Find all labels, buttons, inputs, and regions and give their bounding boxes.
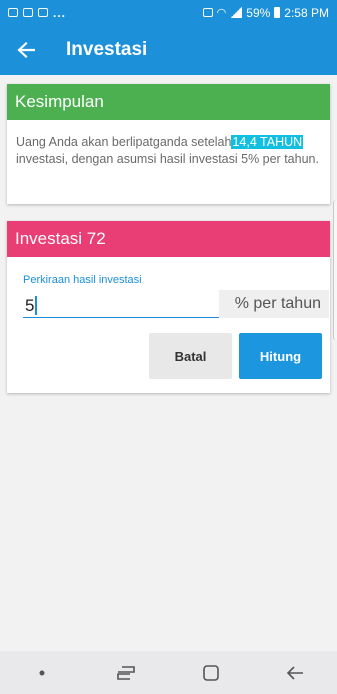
calculate-button[interactable]: Hitung <box>239 333 322 379</box>
clock: 2:58 PM <box>284 5 329 20</box>
alarm-icon <box>202 8 213 17</box>
calculator-card-header: Investasi 72 <box>7 221 330 257</box>
summary-card: Kesimpulan Uang Anda akan berlipatganda … <box>7 84 330 204</box>
summary-text: Uang Anda akan berlipatganda setelah14,4… <box>7 120 330 168</box>
page-title: Investasi <box>66 39 148 60</box>
battery-percent: 59% <box>246 5 271 20</box>
return-rate-input[interactable]: 5 <box>23 290 219 318</box>
summary-text-before: Uang Anda akan berlipatganda setelah <box>16 135 232 149</box>
summary-text-after: investasi, dengan asumsi hasil investasi… <box>16 152 319 166</box>
chat-notification-icon <box>38 8 48 17</box>
message-notification-icon <box>23 8 33 17</box>
status-bar: ... ◠ 59% 2:58 PM <box>0 0 337 25</box>
recent-apps-button[interactable] <box>106 651 146 694</box>
image-notification-icon <box>8 8 18 17</box>
wifi-icon: ◠ <box>216 7 227 19</box>
summary-card-title: Kesimpulan <box>15 92 104 111</box>
more-notifications-indicator: ... <box>53 5 67 20</box>
home-button[interactable] <box>191 651 231 694</box>
calculator-card-title: Investasi 72 <box>15 229 106 248</box>
signal-icon <box>230 7 243 18</box>
return-rate-row: 5 % per tahun <box>23 290 329 318</box>
status-bar-system: ◠ 59% 2:58 PM <box>202 5 329 20</box>
return-rate-label: Perkiraan hasil investasi <box>23 274 142 286</box>
nav-dot-button[interactable] <box>22 651 62 694</box>
edge-panel-handle[interactable] <box>333 200 337 340</box>
dot-icon <box>39 670 45 675</box>
app-bar: Investasi <box>0 25 337 75</box>
system-nav-bar <box>0 651 337 694</box>
recent-apps-icon <box>117 665 136 680</box>
return-rate-value: 5 <box>25 295 35 315</box>
summary-highlight-years: 14,4 TAHUN <box>231 135 304 149</box>
back-icon <box>286 665 303 680</box>
back-button[interactable] <box>0 25 52 75</box>
home-icon <box>202 664 219 681</box>
status-bar-notifications: ... <box>8 6 66 20</box>
summary-card-header: Kesimpulan <box>7 84 330 120</box>
system-back-button[interactable] <box>275 651 315 694</box>
return-rate-suffix: % per tahun <box>219 290 329 318</box>
cancel-button[interactable]: Batal <box>149 333 232 379</box>
arrow-left-icon <box>17 42 35 58</box>
text-cursor <box>35 296 37 315</box>
battery-icon <box>274 7 281 18</box>
calculator-card: Investasi 72 Perkiraan hasil investasi 5… <box>7 221 330 393</box>
